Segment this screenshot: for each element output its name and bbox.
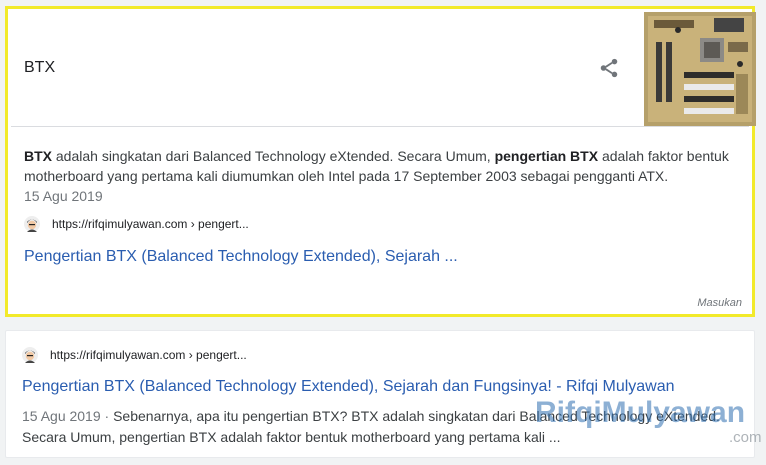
site-favicon-icon (24, 216, 40, 232)
motherboard-thumbnail[interactable] (644, 12, 756, 126)
site-favicon-icon (22, 347, 38, 363)
source-breadcrumb[interactable]: https://rifqimulyawan.com › pengert... (22, 346, 247, 364)
search-result-card: https://rifqimulyawan.com › pengert... P… (5, 330, 755, 458)
source-breadcrumb[interactable]: https://rifqimulyawan.com › pengert... (24, 215, 249, 233)
featured-snippet-card: BTX BTX adalah singkatan dari Balanced T… (5, 6, 756, 317)
snippet-bold-term: BTX (24, 148, 52, 164)
featured-result-link[interactable]: Pengertian BTX (Balanced Technology Exte… (24, 248, 458, 266)
result-title-link[interactable]: Pengertian BTX (Balanced Technology Exte… (22, 378, 675, 396)
card-divider (11, 126, 749, 127)
result-date: 15 Agu 2019 (22, 408, 101, 424)
result-snippet: Sebenarnya, apa itu pengertian BTX? BTX … (22, 408, 720, 445)
snippet-bold-term: pengertian BTX (494, 148, 599, 164)
result-date-separator: · (100, 408, 114, 424)
feedback-link[interactable]: Masukan (697, 297, 742, 309)
source-url: https://rifqimulyawan.com › pengert... (52, 217, 249, 231)
result-description: 15 Agu 2019 · Sebenarnya, apa itu penger… (22, 406, 737, 448)
source-url: https://rifqimulyawan.com › pengert... (50, 348, 247, 362)
snippet-date: 15 Agu 2019 (24, 188, 103, 204)
snippet-text: BTX adalah singkatan dari Balanced Techn… (24, 146, 744, 206)
snippet-text-part: adalah singkatan dari Balanced Technolog… (52, 148, 495, 164)
query-title: BTX (24, 59, 56, 76)
share-icon[interactable] (598, 57, 620, 79)
